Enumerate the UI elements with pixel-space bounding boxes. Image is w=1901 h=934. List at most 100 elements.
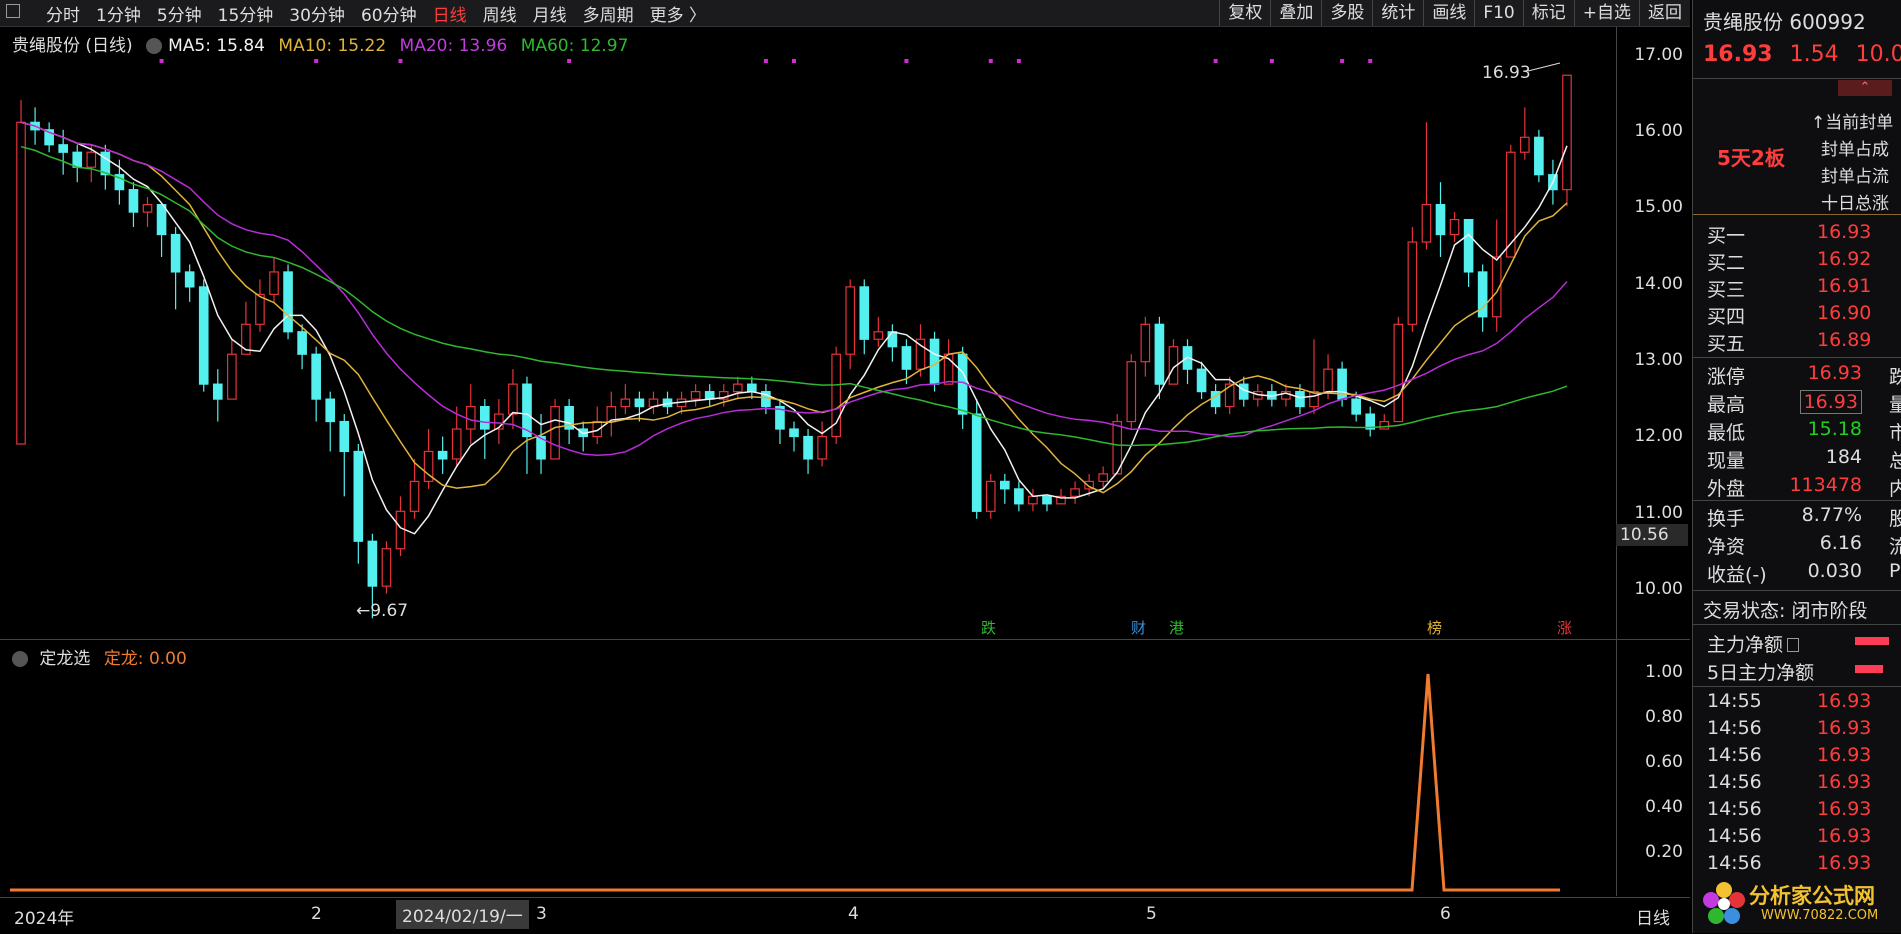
high-annotation: 16.93 [1482,63,1531,83]
trade-status: 交易状态: 闭市阶段 [1703,600,1868,622]
news-tag[interactable]: 涨 [1554,619,1575,637]
flow-bar [1855,637,1889,645]
news-tag[interactable]: 财 [1128,619,1149,637]
seal-label: 封单占流 [1821,167,1889,187]
signal-dot [314,59,319,63]
candle-body [325,398,336,423]
candle-body [255,293,265,325]
tab-weekly[interactable]: 周线 [483,1,517,26]
stat-label: 外盘 [1707,478,1746,500]
chart-title: 贵绳股份 (日线) [12,36,133,56]
period-tabs: 分时 1分钟 5分钟 15分钟 30分钟 60分钟 日线 周线 月线 多周期 更… [46,0,706,26]
candle-body [72,151,83,168]
tick-time: 14:56 [1707,798,1762,820]
tick-time: 14:56 [1707,852,1762,874]
news-tag[interactable]: 榜 [1424,619,1445,637]
tab-1min[interactable]: 1分钟 [96,1,141,26]
indicator-value: 定龙: 0.00 [103,649,187,669]
candle-body [227,353,237,400]
bid-price: 16.92 [1817,248,1872,270]
date-tick: 2024年 [14,909,75,929]
ma5-value: MA5: 15.84 [168,36,265,56]
candle-body [1421,204,1432,243]
tab-30min[interactable]: 30分钟 [289,1,345,26]
candle-body [817,435,827,460]
stat-row: 换手 8.77% 股 [1707,504,1901,531]
candle-body [985,480,996,512]
tab-monthly[interactable]: 月线 [533,1,567,26]
news-tag[interactable]: 跌 [978,619,999,637]
candle-body [1562,74,1572,191]
candle-body [198,286,209,385]
candle-body [971,413,982,512]
indicator-chart[interactable] [0,640,1616,896]
candle-body [1028,495,1038,505]
signal-dot [1213,59,1218,63]
candle-body [901,346,912,370]
stat-tail: P [1889,560,1901,582]
adjust-button[interactable]: 复权 [1219,0,1270,26]
stat-tail: 跌 [1889,362,1901,389]
seal-label: ↑当前封单 [1811,113,1894,133]
candle-body [634,398,645,408]
stat-row: 最高 16.93 量 [1707,390,1901,417]
candle-body [1224,383,1235,408]
list-icon[interactable] [1787,638,1800,652]
candle-body [409,480,420,512]
stat-value: 8.77% [1801,504,1862,526]
candle-body [1140,323,1151,363]
tab-5min[interactable]: 5分钟 [157,1,202,26]
candle-body [1351,398,1361,415]
watermark-url: WWW.70822.COM [1761,908,1879,923]
collapse-icon[interactable]: ⌃ [1838,80,1892,96]
tab-more[interactable]: 更多 〉 [650,1,706,26]
watermark: 分析家公式网 WWW.70822.COM [1699,876,1899,930]
kline-chart[interactable] [0,27,1616,639]
indicator-panel[interactable]: 定龙选 定龙: 0.00 1.00 0.80 0.60 0.40 0.20 [0,640,1690,896]
signal-dot [1368,59,1373,63]
chevron-down-icon[interactable] [12,651,28,667]
mark-button[interactable]: 标记 [1522,0,1574,26]
price-tick: 14.00 [1634,274,1683,294]
ma60-value: MA60: 12.97 [520,36,629,56]
add-watchlist-button[interactable]: +自选 [1573,0,1639,26]
stat-row: 收益(-) 0.030 P [1707,560,1901,587]
candle-body [1534,136,1544,176]
kline-panel[interactable]: 贵绳股份 (日线) MA5: 15.84 MA10: 15.22 MA20: 1… [0,27,1690,640]
candle-body [704,391,715,400]
multi-stock-button[interactable]: 多股 [1321,0,1372,26]
draw-button[interactable]: 画线 [1423,0,1474,26]
date-tick: 3 [536,904,547,924]
watermark-title: 分析家公式网 [1749,884,1875,908]
chevron-down-icon[interactable] [146,38,163,54]
low-annotation: ←9.67 [356,601,409,621]
stat-row: 最低 15.18 市 [1707,418,1901,445]
price-line: 16.93 1.54 10.01% [1703,42,1901,67]
tab-multi-period[interactable]: 多周期 [583,1,634,26]
tick-price: 16.93 [1817,852,1872,874]
stat-row: 净资 6.16 流 [1707,532,1901,559]
bid-row: 买五 16.89 [1707,329,1871,356]
period-toolbar: 分时 1分钟 5分钟 15分钟 30分钟 60分钟 日线 周线 月线 多周期 更… [0,0,1690,27]
stat-row: 涨停 16.93 跌 [1707,362,1901,389]
tab-60min[interactable]: 60分钟 [361,1,417,26]
back-button[interactable]: 返回 [1639,0,1690,26]
tab-15min[interactable]: 15分钟 [218,1,274,26]
period-label[interactable]: 日线 [1636,904,1670,929]
stats-button[interactable]: 统计 [1372,0,1423,26]
last-price-tag: 10.56 [1616,524,1688,546]
tick-time: 14:56 [1707,744,1762,766]
candle-body [999,480,1010,490]
date-tick: 6 [1440,904,1451,924]
overlay-button[interactable]: 叠加 [1270,0,1321,26]
tick-row: 14:56 16.93 [1707,798,1871,820]
stat-tail: 内 [1889,474,1901,501]
bid-label: 买四 [1707,306,1746,328]
candle-body [212,383,223,400]
menu-icon[interactable] [6,4,20,18]
news-tag[interactable]: 港 [1166,619,1187,637]
tab-daily[interactable]: 日线 [433,1,467,26]
f10-button[interactable]: F10 [1474,0,1522,26]
indicator-axis: 1.00 0.80 0.60 0.40 0.20 [1616,640,1691,896]
tab-fenshi[interactable]: 分时 [46,1,80,26]
